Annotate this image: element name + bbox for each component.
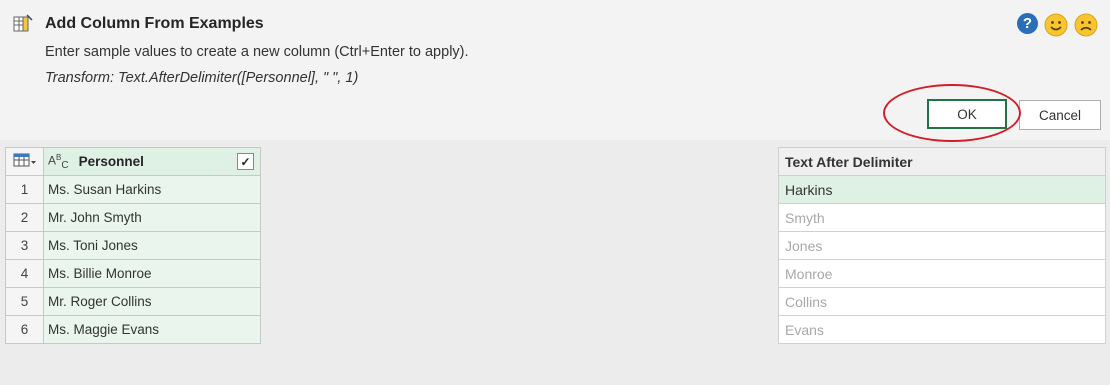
row-number: 2 <box>5 203 44 232</box>
feedback-icons: ? <box>1017 13 1098 37</box>
personnel-column-header[interactable]: ABC Personnel ✓ <box>43 147 261 176</box>
row-number: 4 <box>5 259 44 288</box>
table-row: 5 Mr. Roger Collins <box>5 287 261 316</box>
table-row: 2 Mr. John Smyth <box>5 203 261 232</box>
help-icon[interactable]: ? <box>1017 13 1038 34</box>
new-column-table: Text After Delimiter Harkins Smyth Jones… <box>778 147 1106 344</box>
source-table: ABC Personnel ✓ 1 Ms. Susan Harkins 2 Mr… <box>5 147 261 344</box>
table-row: 4 Ms. Billie Monroe <box>5 259 261 288</box>
table-row: 6 Ms. Maggie Evans <box>5 315 261 344</box>
text-type-icon[interactable]: ABC <box>48 153 69 171</box>
row-number: 6 <box>5 315 44 344</box>
table-cell[interactable]: Mr. John Smyth <box>43 203 261 232</box>
table-row: Jones <box>778 231 1106 260</box>
dialog-header-panel: Add Column From Examples Enter sample va… <box>0 0 1110 142</box>
table-cell[interactable]: Ms. Susan Harkins <box>43 175 261 204</box>
ok-highlight-ring <box>883 84 1021 142</box>
example-input-cell[interactable]: Harkins <box>778 175 1106 204</box>
suggested-value-cell[interactable]: Jones <box>778 231 1106 260</box>
table-cell[interactable]: Mr. Roger Collins <box>43 287 261 316</box>
table-cell[interactable]: Ms. Toni Jones <box>43 231 261 260</box>
source-table-header: ABC Personnel ✓ <box>5 147 261 176</box>
table-cell[interactable]: Ms. Billie Monroe <box>43 259 261 288</box>
table-row: Monroe <box>778 259 1106 288</box>
table-row: Harkins <box>778 175 1106 204</box>
new-column-header[interactable]: Text After Delimiter <box>778 147 1106 176</box>
suggested-value-cell[interactable]: Smyth <box>778 203 1106 232</box>
row-number: 3 <box>5 231 44 260</box>
table-menu-button[interactable] <box>5 147 44 176</box>
table-cell[interactable]: Ms. Maggie Evans <box>43 315 261 344</box>
table-row: Collins <box>778 287 1106 316</box>
table-row: 1 Ms. Susan Harkins <box>5 175 261 204</box>
suggested-value-cell[interactable]: Collins <box>778 287 1106 316</box>
dialog-title: Add Column From Examples <box>45 15 264 32</box>
new-column-header-row: Text After Delimiter <box>778 147 1106 176</box>
table-row: Evans <box>778 315 1106 344</box>
table-menu-icon <box>13 153 36 167</box>
title-row: Add Column From Examples <box>13 14 264 34</box>
row-number: 1 <box>5 175 44 204</box>
suggested-value-cell[interactable]: Monroe <box>778 259 1106 288</box>
column-header-label: Personnel <box>78 154 144 169</box>
smile-icon[interactable] <box>1044 13 1068 37</box>
cancel-button[interactable]: Cancel <box>1019 100 1101 130</box>
dialog-subtitle: Enter sample values to create a new colu… <box>45 44 469 60</box>
row-number: 5 <box>5 287 44 316</box>
frown-icon[interactable] <box>1074 13 1098 37</box>
add-column-icon <box>13 14 33 32</box>
transform-formula: Transform: Text.AfterDelimiter([Personne… <box>45 70 359 86</box>
table-row: 3 Ms. Toni Jones <box>5 231 261 260</box>
table-row: Smyth <box>778 203 1106 232</box>
checkbox-icon[interactable]: ✓ <box>237 153 254 170</box>
suggested-value-cell[interactable]: Evans <box>778 315 1106 344</box>
